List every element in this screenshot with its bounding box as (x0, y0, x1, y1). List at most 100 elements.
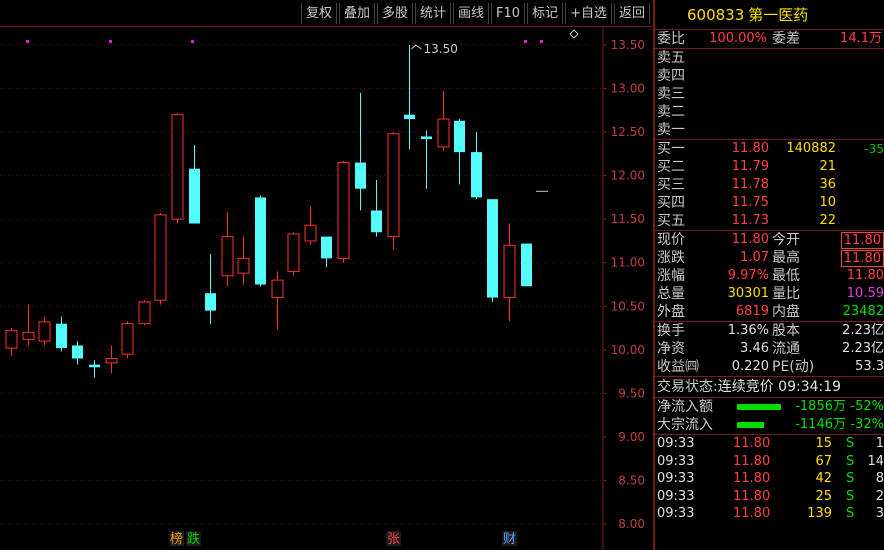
tick-row[interactable]: 09:33 11.80 42 S 8 (655, 470, 884, 488)
candle-body[interactable] (171, 114, 184, 220)
tick-volume: 139 (807, 506, 832, 521)
candle-body[interactable] (404, 114, 415, 120)
price-tick-label: 8.50 (618, 473, 645, 487)
candle-body[interactable] (89, 364, 100, 368)
candle-body[interactable] (72, 345, 83, 359)
price-tick-label: 13.00 (611, 82, 645, 96)
candle-body[interactable] (154, 214, 167, 301)
tick-price: 11.80 (733, 488, 771, 504)
price-tick-label: 8.00 (618, 517, 645, 531)
toolbar-button-1[interactable]: 叠加 (338, 3, 375, 24)
stat-value: 2.23亿 (842, 323, 884, 338)
tick-row[interactable]: 09:33 11.80 25 S 2 (655, 488, 884, 506)
candle-body[interactable] (304, 224, 317, 242)
tick-list[interactable]: 09:33 11.80 15 S 1 09:33 11.80 67 S 14 09:33 11.80 4… (655, 435, 884, 523)
candle-body[interactable] (287, 233, 300, 272)
toolbar-button-4[interactable]: 画线 (453, 3, 490, 24)
candle-body[interactable] (38, 321, 51, 342)
capital-flow: 净流入额 -1856万 -52% 大宗流入 -1146万 -32% (655, 398, 884, 434)
bid-row[interactable]: 买三 11.78 36 (655, 176, 884, 194)
weibi-value: 100.00% (709, 31, 767, 46)
candle-body[interactable] (255, 197, 266, 285)
toolbar-button-6[interactable]: 标记 (527, 3, 564, 24)
candle-body[interactable] (487, 199, 498, 298)
toolbar-button-2[interactable]: 多股 (376, 3, 413, 24)
candle-body[interactable] (189, 168, 200, 224)
stat-label: 最低 (772, 268, 800, 284)
stat-label: 涨幅 (657, 268, 685, 284)
candle-body[interactable] (138, 301, 151, 325)
stat-label: 股本 (772, 323, 800, 339)
bid-row[interactable]: 买五 11.73 22 (655, 212, 884, 230)
signal-dot (109, 40, 112, 43)
toolbar-button-group: 复权 叠加 多股 统计 画线 F10 标记 +自选 返回 (299, 3, 650, 24)
ask-book: 卖五 卖四 卖三 卖二 卖一 (655, 49, 884, 139)
candle-body[interactable] (121, 323, 134, 355)
candle-body[interactable] (271, 279, 284, 299)
tick-volume: 67 (815, 453, 832, 469)
tick-row[interactable]: 09:33 11.80 139 S 3 (655, 505, 884, 523)
candle-body[interactable] (371, 210, 382, 233)
tick-side: S (846, 506, 855, 521)
candle-body[interactable] (5, 330, 18, 349)
tick-count: 1 (875, 436, 884, 451)
kline-chart-svg[interactable]: 13.50 13.00 12.50 12.00 11.50 11.00 10.50 10.00… (0, 27, 652, 550)
candle-body[interactable] (22, 331, 35, 340)
candle-body[interactable] (437, 118, 450, 148)
candle-body[interactable] (355, 162, 366, 189)
kline-chart[interactable]: 13.50 13.00 12.50 12.00 11.50 11.00 10.50 10.00… (0, 27, 652, 550)
quote-stats-secondary: 换手 1.36% 股本 2.23亿 净资 3.46 流通 2.23亿 收益㈣ 0.220 PE(动)… (655, 322, 884, 376)
bid-price: 11.75 (731, 195, 769, 210)
flow-percent: -32% (850, 417, 884, 432)
candle-body[interactable] (521, 243, 532, 287)
toolbar-button-7[interactable]: +自选 (565, 3, 612, 24)
stat-value: 10.59 (846, 286, 884, 301)
flow-amount: -1856万 (795, 399, 846, 414)
candle-body[interactable] (56, 323, 67, 349)
stat-label: PE(动) (772, 359, 815, 375)
toolbar-button-8[interactable]: 返回 (613, 3, 650, 24)
candle-body[interactable] (221, 236, 234, 277)
stat-value: 53.3 (855, 359, 884, 374)
candle-body[interactable] (503, 244, 516, 299)
capital-flow-row: 净流入额 -1856万 -52% (655, 398, 884, 416)
toolbar-button-0[interactable]: 复权 (300, 3, 337, 24)
candle-body[interactable] (337, 162, 350, 259)
stat-label: 内盘 (772, 304, 800, 320)
event-marker[interactable]: 张 (387, 532, 400, 547)
candle-body[interactable] (471, 152, 482, 198)
stat-value: 11.80 (846, 268, 884, 283)
signal-dot (191, 40, 194, 43)
event-marker[interactable]: 榜 (170, 531, 183, 547)
price-tick-label: 9.00 (618, 430, 645, 444)
bid-row[interactable]: 买四 11.75 10 (655, 194, 884, 212)
event-marker[interactable]: 财 (503, 532, 516, 547)
diamond-icon[interactable] (569, 29, 579, 39)
candle-body[interactable] (205, 293, 216, 311)
event-marker[interactable]: 跌 (187, 531, 200, 547)
ask-row: 卖一 (655, 121, 884, 139)
toolbar-button-3[interactable]: 统计 (415, 3, 452, 24)
tick-side: S (846, 471, 855, 486)
bid-row[interactable]: 买一 11.80 140882 -35 (655, 140, 884, 158)
price-tick-label: 13.50 (611, 38, 645, 52)
price-tick-label: 11.00 (611, 256, 645, 270)
toolbar-button-5[interactable]: F10 (491, 3, 526, 24)
tick-side: S (846, 436, 855, 451)
price-tick-label: 11.50 (611, 212, 645, 226)
bid-row[interactable]: 买二 11.79 21 (655, 158, 884, 176)
stat-label: 总量 (657, 286, 685, 302)
candle-body[interactable] (454, 120, 465, 153)
flow-bar (737, 422, 764, 428)
ask-label: 卖一 (657, 122, 685, 138)
tick-row[interactable]: 09:33 11.80 15 S 1 (655, 435, 884, 453)
tick-row[interactable]: 09:33 11.80 67 S 14 (655, 453, 884, 471)
stat-row: 外盘 6819 内盘 23482 (655, 303, 884, 321)
candle-body[interactable] (421, 136, 432, 140)
stat-label: 净资 (657, 341, 685, 357)
candle-body[interactable] (105, 358, 118, 364)
candle-body[interactable] (237, 257, 250, 274)
candle-body[interactable] (387, 133, 400, 238)
ask-label: 卖二 (657, 104, 685, 120)
candle-body[interactable] (321, 236, 332, 259)
